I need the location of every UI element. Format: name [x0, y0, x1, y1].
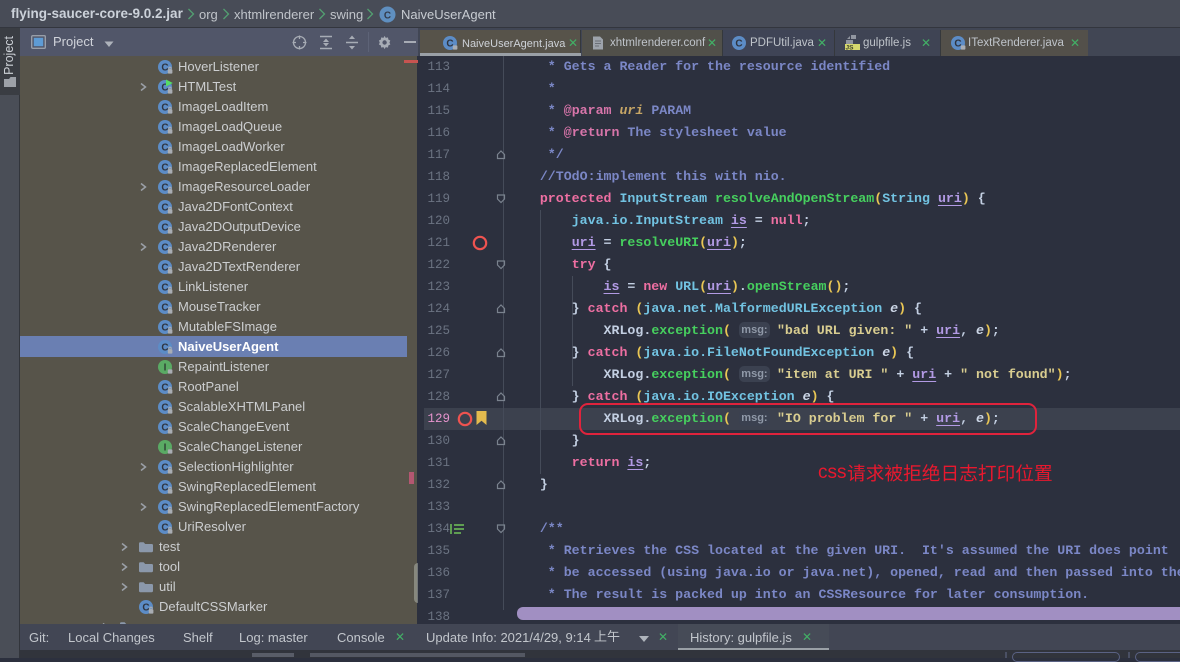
svg-text:C: C [161, 383, 168, 394]
svg-text:I: I [164, 363, 167, 374]
svg-text:C: C [161, 323, 168, 334]
svg-text:C: C [161, 523, 168, 534]
svg-text:C: C [161, 483, 168, 494]
svg-text:C: C [161, 503, 168, 514]
svg-text:C: C [161, 343, 168, 354]
svg-text:C: C [161, 103, 168, 114]
svg-text:C: C [735, 39, 742, 50]
svg-text:C: C [142, 603, 149, 614]
svg-text:C: C [161, 223, 168, 234]
svg-text:C: C [161, 463, 168, 474]
svg-text:I: I [164, 443, 167, 454]
svg-text:C: C [384, 11, 391, 22]
svg-text:C: C [954, 39, 961, 50]
svg-text:C: C [161, 203, 168, 214]
svg-text:C: C [446, 39, 453, 50]
svg-text:C: C [161, 303, 168, 314]
svg-text:C: C [161, 403, 168, 414]
svg-text:C: C [161, 143, 168, 154]
svg-text:C: C [161, 163, 168, 174]
svg-text:JS: JS [846, 44, 855, 50]
svg-text:C: C [161, 123, 168, 134]
svg-text:C: C [161, 423, 168, 434]
svg-text:C: C [161, 63, 168, 74]
svg-text:C: C [161, 263, 168, 274]
svg-text:C: C [161, 183, 168, 194]
svg-text:C: C [161, 283, 168, 294]
svg-text:C: C [161, 243, 168, 254]
